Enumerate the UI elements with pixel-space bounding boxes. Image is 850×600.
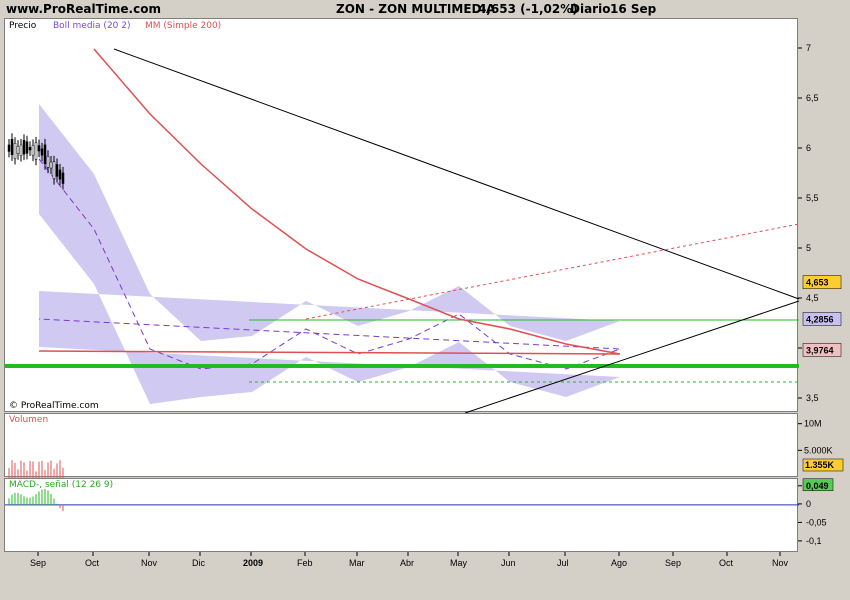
volume-title: Volumen: [9, 415, 49, 425]
candle-body: [58, 169, 62, 180]
x-tick-label: Jul: [557, 558, 569, 568]
x-tick-label: Oct: [85, 558, 100, 568]
legend-boll: Boll media (20 2): [53, 21, 131, 31]
candle-body: [13, 143, 17, 159]
candle-body: [16, 145, 20, 154]
volume-y-axis: 10M 5.000K 1.355K: [798, 413, 850, 477]
candle-body: [52, 161, 56, 179]
site-name: www.ProRealTime.com: [6, 2, 161, 16]
x-tick-label: May: [450, 558, 468, 568]
macd-chart: [5, 489, 799, 512]
candle-body: [7, 144, 11, 152]
bollinger-band: [39, 104, 620, 404]
x-axis: Sep Oct Nov Dic 2009 Feb Mar Abr May Jun Jul Ago Sep…: [30, 552, 789, 568]
x-tick-label: 2009: [243, 558, 263, 568]
resistance-trendline: [113, 48, 800, 300]
y-tick-label: -0,05: [806, 517, 827, 527]
y-tick-label: 3,5: [806, 393, 819, 403]
legend-ma: MM (Simple 200): [145, 21, 222, 31]
x-tick-label: Oct: [719, 558, 734, 568]
x-tick-label: Dic: [192, 558, 205, 568]
x-tick-label: Jun: [501, 558, 516, 568]
macd-y-axis: 0,049 0 -0,05 -0,1: [798, 478, 850, 552]
candle-body: [43, 144, 47, 164]
macd-panel: MACD-, señal (12 26 9): [4, 478, 799, 552]
price-y-axis: 3,544,555,566,574,6534,28563,9764: [798, 18, 850, 412]
candle-body: [40, 148, 44, 156]
ma200-value-label: 3,9764: [806, 345, 834, 355]
candle-body: [49, 161, 53, 169]
candle-body: [46, 156, 50, 168]
y-tick-label: 0: [806, 499, 811, 509]
y-tick-label: 5: [806, 243, 811, 253]
volume-chart: [8, 460, 64, 478]
candle-body: [34, 142, 38, 160]
price-y-axis-svg: 3,544,555,566,574,6534,28563,9764: [798, 43, 842, 403]
candle-body: [25, 141, 29, 154]
chart-title: ZON - ZON MULTIMEDIA: [336, 2, 496, 16]
candle-body: [37, 145, 41, 152]
y-tick-label: 6: [806, 143, 811, 153]
macd-y-axis-svg: 0,049 0 -0,05 -0,1: [798, 478, 834, 546]
y-tick-label: 5,5: [806, 193, 819, 203]
chart-header: www.ProRealTime.com ZON - ZON MULTIMEDIA…: [0, 0, 850, 18]
macd-title: MACD-, señal (12 26 9): [9, 480, 114, 490]
x-tick-label: Nov: [772, 558, 789, 568]
y-tick-label: 5.000K: [804, 445, 833, 455]
y-tick-label: 0,049: [806, 481, 829, 491]
quote: 4,653 (-1,02%): [478, 2, 578, 16]
candle-body: [61, 172, 65, 184]
y-tick-label: 6,5: [806, 93, 819, 103]
candle-body: [28, 147, 32, 151]
date: 16 Sep: [610, 2, 657, 16]
price-chart: [5, 48, 800, 414]
candle-body: [19, 144, 23, 156]
bollinger-upper-label: 4,2856: [806, 314, 834, 324]
x-tick-label: Abr: [400, 558, 414, 568]
copyright: © ProRealTime.com: [9, 401, 99, 411]
x-tick-label: Nov: [141, 558, 158, 568]
period: Diario: [570, 2, 611, 16]
volume-panel: Volumen: [4, 413, 798, 478]
candle-body: [10, 139, 14, 156]
y-tick-label: 4,5: [806, 293, 819, 303]
candle-body: [55, 164, 59, 177]
y-tick-label: -0,1: [806, 536, 822, 546]
x-tick-label: Mar: [349, 558, 365, 568]
x-tick-label: Sep: [665, 558, 681, 568]
price-panel: Precio Boll media (20 2) MM (Simple 200)…: [4, 18, 800, 414]
y-tick-label: 10M: [804, 419, 822, 429]
candle-body: [31, 145, 35, 156]
x-tick-label: Feb: [297, 558, 313, 568]
volume-y-axis-svg: 10M 5.000K 1.355K: [798, 419, 844, 472]
x-tick-label: Sep: [30, 558, 46, 568]
legend-price: Precio: [9, 21, 37, 31]
y-tick-label: 7: [806, 43, 811, 53]
last-price-label: 4,653: [806, 278, 829, 288]
x-tick-label: Ago: [611, 558, 627, 568]
last-volume-label: 1.355K: [805, 460, 835, 470]
candle-body: [22, 140, 26, 155]
